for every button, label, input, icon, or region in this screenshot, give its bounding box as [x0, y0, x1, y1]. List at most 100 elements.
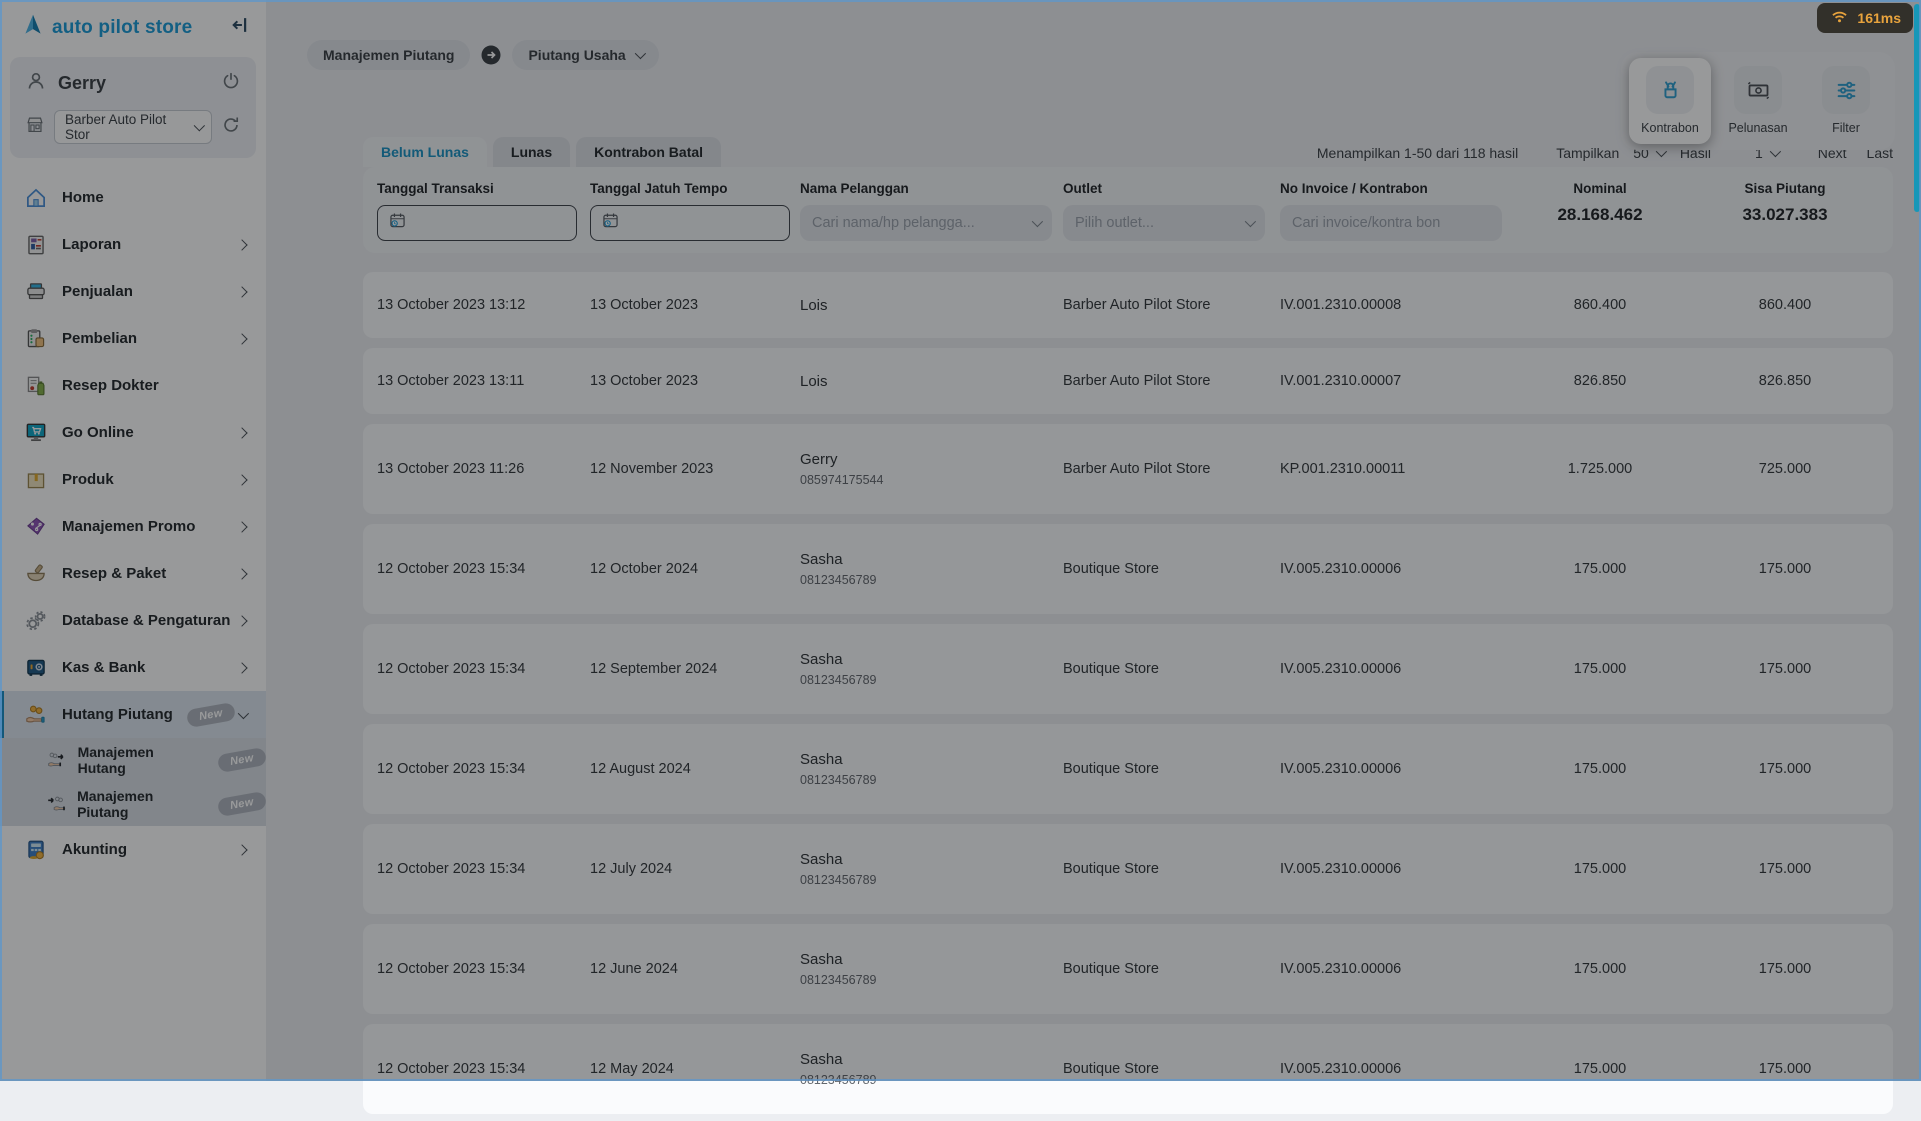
chevron-right-icon [236, 662, 247, 673]
sidebar-item-manajemen-piutang[interactable]: Manajemen Piutang New [0, 782, 266, 826]
column-tanggal-jatuh-tempo: Tanggal Jatuh Tempo [590, 181, 800, 241]
cell-jatuh-tempo: 13 October 2023 [590, 297, 800, 313]
invoice-search-input[interactable]: Cari invoice/kontra bon [1280, 205, 1502, 241]
sidebar-collapse-icon[interactable] [230, 14, 252, 41]
customer-phone: 08123456789 [800, 573, 1063, 587]
logo-triangle-icon [20, 12, 46, 43]
table-row[interactable]: 12 October 2023 15:3412 July 2024Sasha08… [363, 824, 1893, 914]
store-selector[interactable]: Barber Auto Pilot Stor [54, 110, 212, 144]
table-row[interactable]: 12 October 2023 15:3412 August 2024Sasha… [363, 724, 1893, 814]
latency-badge: 161ms [1817, 3, 1913, 33]
customer-phone: 08123456789 [800, 873, 1063, 887]
sidebar-item-manajemen-promo[interactable]: Manajemen Promo [0, 503, 266, 550]
tabs: Belum Lunas Lunas Kontrabon Batal [363, 137, 721, 167]
cell-outlet: Barber Auto Pilot Store [1063, 297, 1280, 313]
sidebar-item-go-online[interactable]: Go Online [0, 409, 266, 456]
cell-outlet: Boutique Store [1063, 561, 1280, 577]
cell-jatuh-tempo: 13 October 2023 [590, 373, 800, 389]
refresh-icon[interactable] [220, 114, 242, 141]
cell-sisa-piutang: 175.000 [1690, 1061, 1880, 1077]
sidebar-item-label: Resep & Paket [62, 565, 166, 582]
cell-nominal: 175.000 [1510, 761, 1690, 777]
chevron-down-icon [193, 120, 204, 131]
filter-button[interactable]: Filter [1805, 58, 1887, 144]
cell-tanggal-transaksi: 12 October 2023 15:34 [377, 861, 590, 877]
sidebar-item-hutang-piutang[interactable]: Hutang PiutangNew [0, 691, 266, 738]
table-row[interactable]: 12 October 2023 15:3412 October 2024Sash… [363, 524, 1893, 614]
sidebar-item-manajemen-hutang[interactable]: Manajemen HutangNew [0, 738, 266, 782]
chevron-right-icon [236, 333, 247, 344]
new-badge: New [186, 701, 236, 727]
table-row[interactable]: 13 October 2023 13:1213 October 2023Lois… [363, 272, 1893, 338]
customer-phone: 08123456789 [800, 673, 1063, 687]
sidebar-item-produk[interactable]: Produk [0, 456, 266, 503]
pelunasan-label: Pelunasan [1728, 121, 1787, 135]
chevron-down-icon [1032, 216, 1043, 227]
breadcrumb-item-manajemen-piutang[interactable]: Manajemen Piutang [307, 40, 470, 70]
calendar-clock-icon [600, 210, 621, 236]
sidebar-item-label: Resep Dokter [62, 377, 159, 394]
banknote-icon [1734, 66, 1782, 114]
sidebar-item-akunting[interactable]: Akunting [0, 826, 266, 873]
customer-search-select[interactable]: Cari nama/hp pelangga... [800, 205, 1052, 241]
cell-invoice: IV.005.2310.00006 [1280, 861, 1510, 877]
table-row[interactable]: 13 October 2023 11:2612 November 2023Ger… [363, 424, 1893, 514]
column-tanggal-transaksi: Tanggal Transaksi [377, 181, 590, 241]
table-row[interactable]: 12 October 2023 15:3412 September 2024Sa… [363, 624, 1893, 714]
cell-outlet: Boutique Store [1063, 961, 1280, 977]
customer-phone: 08123456789 [800, 773, 1063, 787]
cell-jatuh-tempo: 12 August 2024 [590, 761, 800, 777]
cell-nama-pelanggan: Gerry085974175544 [800, 451, 1063, 487]
outlet-select[interactable]: Pilih outlet... [1063, 205, 1265, 241]
sidebar-item-label: Manajemen Piutang [77, 788, 204, 820]
tanggal-transaksi-date-filter[interactable] [377, 205, 577, 241]
cell-nama-pelanggan: Sasha08123456789 [800, 751, 1063, 787]
tab-belum-lunas[interactable]: Belum Lunas [363, 137, 487, 167]
sisa-piutang-total: 33.027.383 [1690, 205, 1880, 225]
latency-value: 161ms [1857, 10, 1901, 26]
cell-invoice: IV.005.2310.00006 [1280, 661, 1510, 677]
page-selector-dropdown[interactable]: Piutang Usaha [512, 40, 658, 70]
chevron-down-icon [634, 48, 645, 59]
chevron-right-icon [236, 615, 247, 626]
table-row[interactable]: 12 October 2023 15:3412 June 2024Sasha08… [363, 924, 1893, 1014]
customer-search-placeholder: Cari nama/hp pelangga... [812, 215, 975, 231]
sidebar-item-home[interactable]: Home [0, 174, 266, 221]
chevron-down-icon [1245, 216, 1256, 227]
sidebar-item-resep-dokter[interactable]: Resep Dokter [0, 362, 266, 409]
sidebar-item-penjualan[interactable]: Penjualan [0, 268, 266, 315]
user-name: Gerry [58, 73, 106, 94]
column-outlet: Outlet Pilih outlet... [1063, 181, 1280, 241]
table-row[interactable]: 12 October 2023 15:3412 May 2024Sasha081… [363, 1024, 1893, 1114]
jatuh-tempo-date-filter[interactable] [590, 205, 790, 241]
kontrabon-button[interactable]: Kontrabon [1629, 58, 1711, 144]
tab-kontrabon-batal[interactable]: Kontrabon Batal [576, 137, 721, 167]
cell-tanggal-transaksi: 12 October 2023 15:34 [377, 661, 590, 677]
cell-outlet: Barber Auto Pilot Store [1063, 461, 1280, 477]
pelunasan-button[interactable]: Pelunasan [1717, 58, 1799, 144]
sidebar-item-resep-paket[interactable]: Resep & Paket [0, 550, 266, 597]
cell-invoice: KP.001.2310.00011 [1280, 461, 1510, 477]
sidebar-item-laporan[interactable]: Laporan [0, 221, 266, 268]
cell-nama-pelanggan: Sasha08123456789 [800, 1051, 1063, 1087]
cell-outlet: Boutique Store [1063, 861, 1280, 877]
chevron-right-icon [236, 474, 247, 485]
sidebar-item-label: Produk [62, 471, 114, 488]
scrollbar-thumb[interactable] [1914, 4, 1920, 212]
sidebar-item-database-pengaturan[interactable]: Database & Pengaturan [0, 597, 266, 644]
chevron-right-icon [236, 286, 247, 297]
table-row[interactable]: 13 October 2023 13:1113 October 2023Lois… [363, 348, 1893, 414]
chevron-right-icon [236, 427, 247, 438]
new-badge: New [217, 791, 267, 817]
binder-clip-icon [1646, 66, 1694, 114]
app-logo[interactable]: auto pilot store [20, 12, 192, 43]
logout-power-icon[interactable] [220, 70, 242, 97]
breadcrumb-arrow-icon [479, 43, 503, 67]
sidebar-item-pembelian[interactable]: Pembelian [0, 315, 266, 362]
tab-lunas[interactable]: Lunas [493, 137, 570, 167]
clipboard-icon [22, 326, 50, 352]
sidebar-item-kas-bank[interactable]: Kas & Bank [0, 644, 266, 691]
cell-invoice: IV.001.2310.00008 [1280, 297, 1510, 313]
cell-nama-pelanggan: Sasha08123456789 [800, 551, 1063, 587]
hand-coins-out-icon [42, 749, 70, 771]
